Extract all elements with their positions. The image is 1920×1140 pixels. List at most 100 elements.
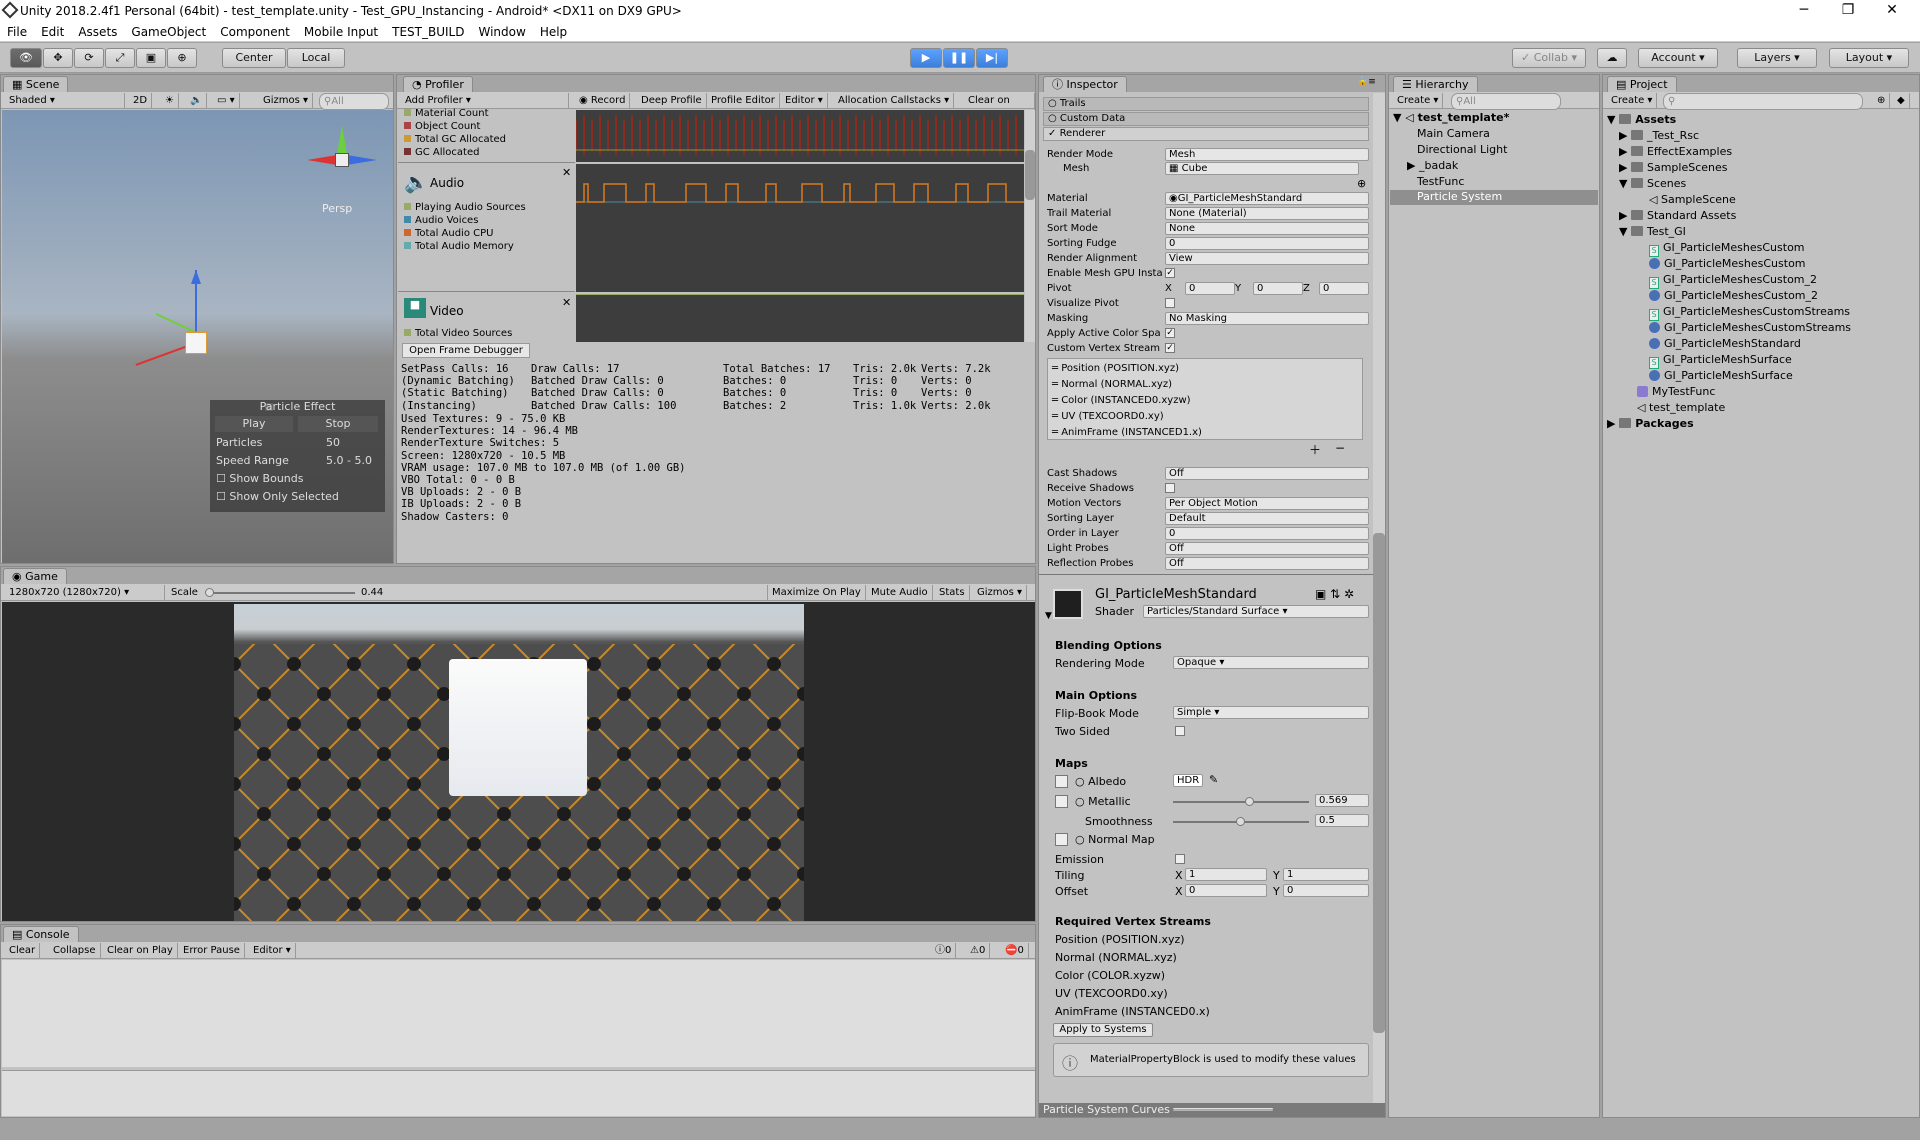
collab-button[interactable]: ✓ Collab ▾	[1512, 48, 1586, 68]
menu-edit[interactable]: Edit	[41, 25, 64, 39]
rect-tool-button[interactable]: ▣	[136, 48, 166, 68]
tab-console[interactable]: ▤ Console	[3, 926, 79, 942]
masking-dropdown[interactable]: No Masking	[1165, 312, 1369, 325]
hierarchy-search-input[interactable]: ⚲All	[1451, 93, 1561, 110]
rotate-tool-button[interactable]: ⟳	[74, 48, 104, 68]
label-filter-icon[interactable]: ◆	[1893, 93, 1910, 108]
close-icon[interactable]: ✕	[1872, 0, 1912, 20]
file-script[interactable]: S GI_ParticleMeshesCustom	[1649, 241, 1805, 257]
profile-editor-button[interactable]: Profile Editor	[707, 93, 780, 108]
console-editor-dropdown[interactable]: Editor ▾	[249, 943, 296, 958]
scene-search-input[interactable]: ⚲All	[319, 93, 389, 110]
show-only-selected-checkbox[interactable]: ☐ Show Only Selected	[216, 490, 339, 503]
add-profiler-dropdown[interactable]: Add Profiler ▾	[401, 93, 569, 108]
tab-inspector[interactable]: ⓘ Inspector	[1043, 76, 1127, 92]
scale-tool-button[interactable]: ⤢	[105, 48, 135, 68]
emission-checkbox[interactable]	[1175, 854, 1185, 864]
lighting-icon[interactable]: ☀	[161, 93, 179, 108]
tab-hierarchy[interactable]: ☰ Hierarchy	[1393, 76, 1478, 92]
account-button[interactable]: Account ▾	[1638, 48, 1718, 68]
shading-dropdown[interactable]: Shaded ▾	[5, 93, 125, 108]
assets-folder[interactable]: ▼ Assets	[1607, 113, 1676, 126]
albedo-hdr-color[interactable]: HDR	[1173, 774, 1203, 787]
hierarchy-create-dropdown[interactable]: Create ▾	[1393, 93, 1444, 108]
console-clear-on-play-button[interactable]: Clear on Play	[103, 943, 178, 958]
flipbook-dropdown[interactable]: Simple ▾	[1173, 706, 1369, 719]
smoothness-slider-knob[interactable]	[1236, 817, 1245, 826]
stream-item[interactable]: ═ Color (INSTANCED0.xyzw)	[1052, 395, 1191, 406]
offset-y-field[interactable]: 0	[1283, 884, 1369, 897]
tab-profiler[interactable]: ◔ Profiler	[403, 76, 473, 92]
menu-component[interactable]: Component	[220, 25, 290, 39]
project-create-dropdown[interactable]: Create ▾	[1607, 93, 1658, 108]
view-tool-button[interactable]: 👁	[10, 48, 42, 68]
transform-handle[interactable]	[122, 270, 222, 390]
metallic-texture-slot[interactable]	[1055, 795, 1068, 808]
apply-to-systems-button[interactable]: Apply to Systems	[1053, 1023, 1153, 1037]
file-my-test-func[interactable]: MyTestFunc	[1637, 385, 1715, 398]
scene-gizmo[interactable]	[307, 125, 377, 195]
video-graph[interactable]	[576, 294, 1024, 342]
file-test-template[interactable]: ◁ test_template	[1637, 401, 1725, 414]
file-material[interactable]: GI_ParticleMeshesCustom	[1649, 257, 1806, 270]
cast-shadows-dropdown[interactable]: Off	[1165, 467, 1369, 480]
restore-icon[interactable]: ❐	[1828, 0, 1868, 20]
folder-test-gi[interactable]: ▼ Test_GI	[1619, 225, 1686, 238]
console-clear-button[interactable]: Clear	[5, 943, 41, 958]
scene-root[interactable]: ▼ ◁ test_template*	[1393, 111, 1509, 124]
sorting-layer-dropdown[interactable]: Default	[1165, 512, 1369, 525]
vertex-streams-list[interactable]: ═ Position (POSITION.xyz) ═ Normal (NORM…	[1047, 358, 1363, 440]
audio-graph[interactable]	[576, 164, 1024, 292]
game-render[interactable]	[234, 604, 804, 921]
stats-toggle[interactable]: Stats	[935, 585, 970, 600]
record-button[interactable]: ◉ Record	[575, 93, 631, 108]
metallic-slider[interactable]	[1173, 797, 1309, 806]
reflection-probes-dropdown[interactable]: Off	[1165, 557, 1369, 570]
metallic-value-field[interactable]: 0.569	[1315, 794, 1369, 807]
two-sided-checkbox[interactable]	[1175, 726, 1185, 736]
menu-mobile-input[interactable]: Mobile Input	[304, 25, 378, 39]
scale-slider[interactable]	[205, 588, 355, 597]
game-gizmos-dropdown[interactable]: Gizmos ▾	[973, 585, 1028, 600]
tab-game[interactable]: ◉ Game	[3, 568, 67, 584]
layout-button[interactable]: Layout ▾	[1829, 48, 1909, 68]
white-cube[interactable]	[449, 659, 587, 796]
module-custom-data[interactable]: ○ Custom Data	[1043, 112, 1369, 126]
folder-standard-assets[interactable]: ▶ Standard Assets	[1619, 209, 1736, 222]
particle-stop-button[interactable]: Stop	[298, 416, 378, 432]
layers-button[interactable]: Layers ▾	[1737, 48, 1817, 68]
add-stream-button[interactable]: ＋	[1309, 441, 1321, 458]
particle-system-curves-bar[interactable]: Particle System Curves ═══════════════	[1039, 1103, 1385, 1117]
pivot-local-button[interactable]: Local	[287, 48, 345, 68]
menu-file[interactable]: File	[7, 25, 27, 39]
order-in-layer-field[interactable]: 0	[1165, 527, 1369, 540]
offset-x-field[interactable]: 0	[1185, 884, 1267, 897]
editor-target-dropdown[interactable]: Editor ▾	[781, 93, 828, 108]
stream-item[interactable]: ═ UV (TEXCOORD0.xy)	[1052, 411, 1164, 422]
deep-profile-button[interactable]: Deep Profile	[637, 93, 707, 108]
visualize-pivot-checkbox[interactable]	[1165, 298, 1175, 308]
file-material[interactable]: GI_ParticleMeshesCustomStreams	[1649, 321, 1851, 334]
lock-icon[interactable]: 🔒≡	[1357, 77, 1376, 87]
render-mode-dropdown[interactable]: Mesh	[1165, 148, 1369, 161]
tiling-x-field[interactable]: 1	[1185, 868, 1267, 881]
module-trails[interactable]: ○ Trails	[1043, 97, 1369, 111]
hierarchy-item-main-camera[interactable]: Main Camera	[1417, 127, 1490, 140]
pivot-x-field[interactable]: 0	[1185, 282, 1235, 295]
image-effects-icon[interactable]: ▭ ▾	[213, 93, 240, 108]
pivot-z-field[interactable]: 0	[1319, 282, 1369, 295]
hierarchy-item-badak[interactable]: ▶ _badak	[1407, 159, 1458, 172]
close-audio-icon[interactable]: ✕	[562, 166, 571, 179]
inspector-scrollbar[interactable]	[1373, 93, 1385, 1103]
memory-graph[interactable]	[576, 110, 1024, 162]
pause-button[interactable]: ❚❚	[943, 48, 975, 68]
persp-label[interactable]: Persp	[322, 202, 352, 215]
warning-count[interactable]: ⚠0	[966, 943, 991, 958]
move-tool-button[interactable]: ✥	[43, 48, 73, 68]
smoothness-slider[interactable]	[1173, 817, 1309, 826]
material-header-icons[interactable]: ▣ ⇅ ✲	[1315, 587, 1354, 601]
folder-test-rsc[interactable]: ▶ _Test_Rsc	[1619, 129, 1699, 142]
receive-shadows-checkbox[interactable]	[1165, 483, 1175, 493]
console-error-pause-button[interactable]: Error Pause	[179, 943, 245, 958]
gizmos-dropdown[interactable]: Gizmos ▾	[259, 93, 314, 108]
